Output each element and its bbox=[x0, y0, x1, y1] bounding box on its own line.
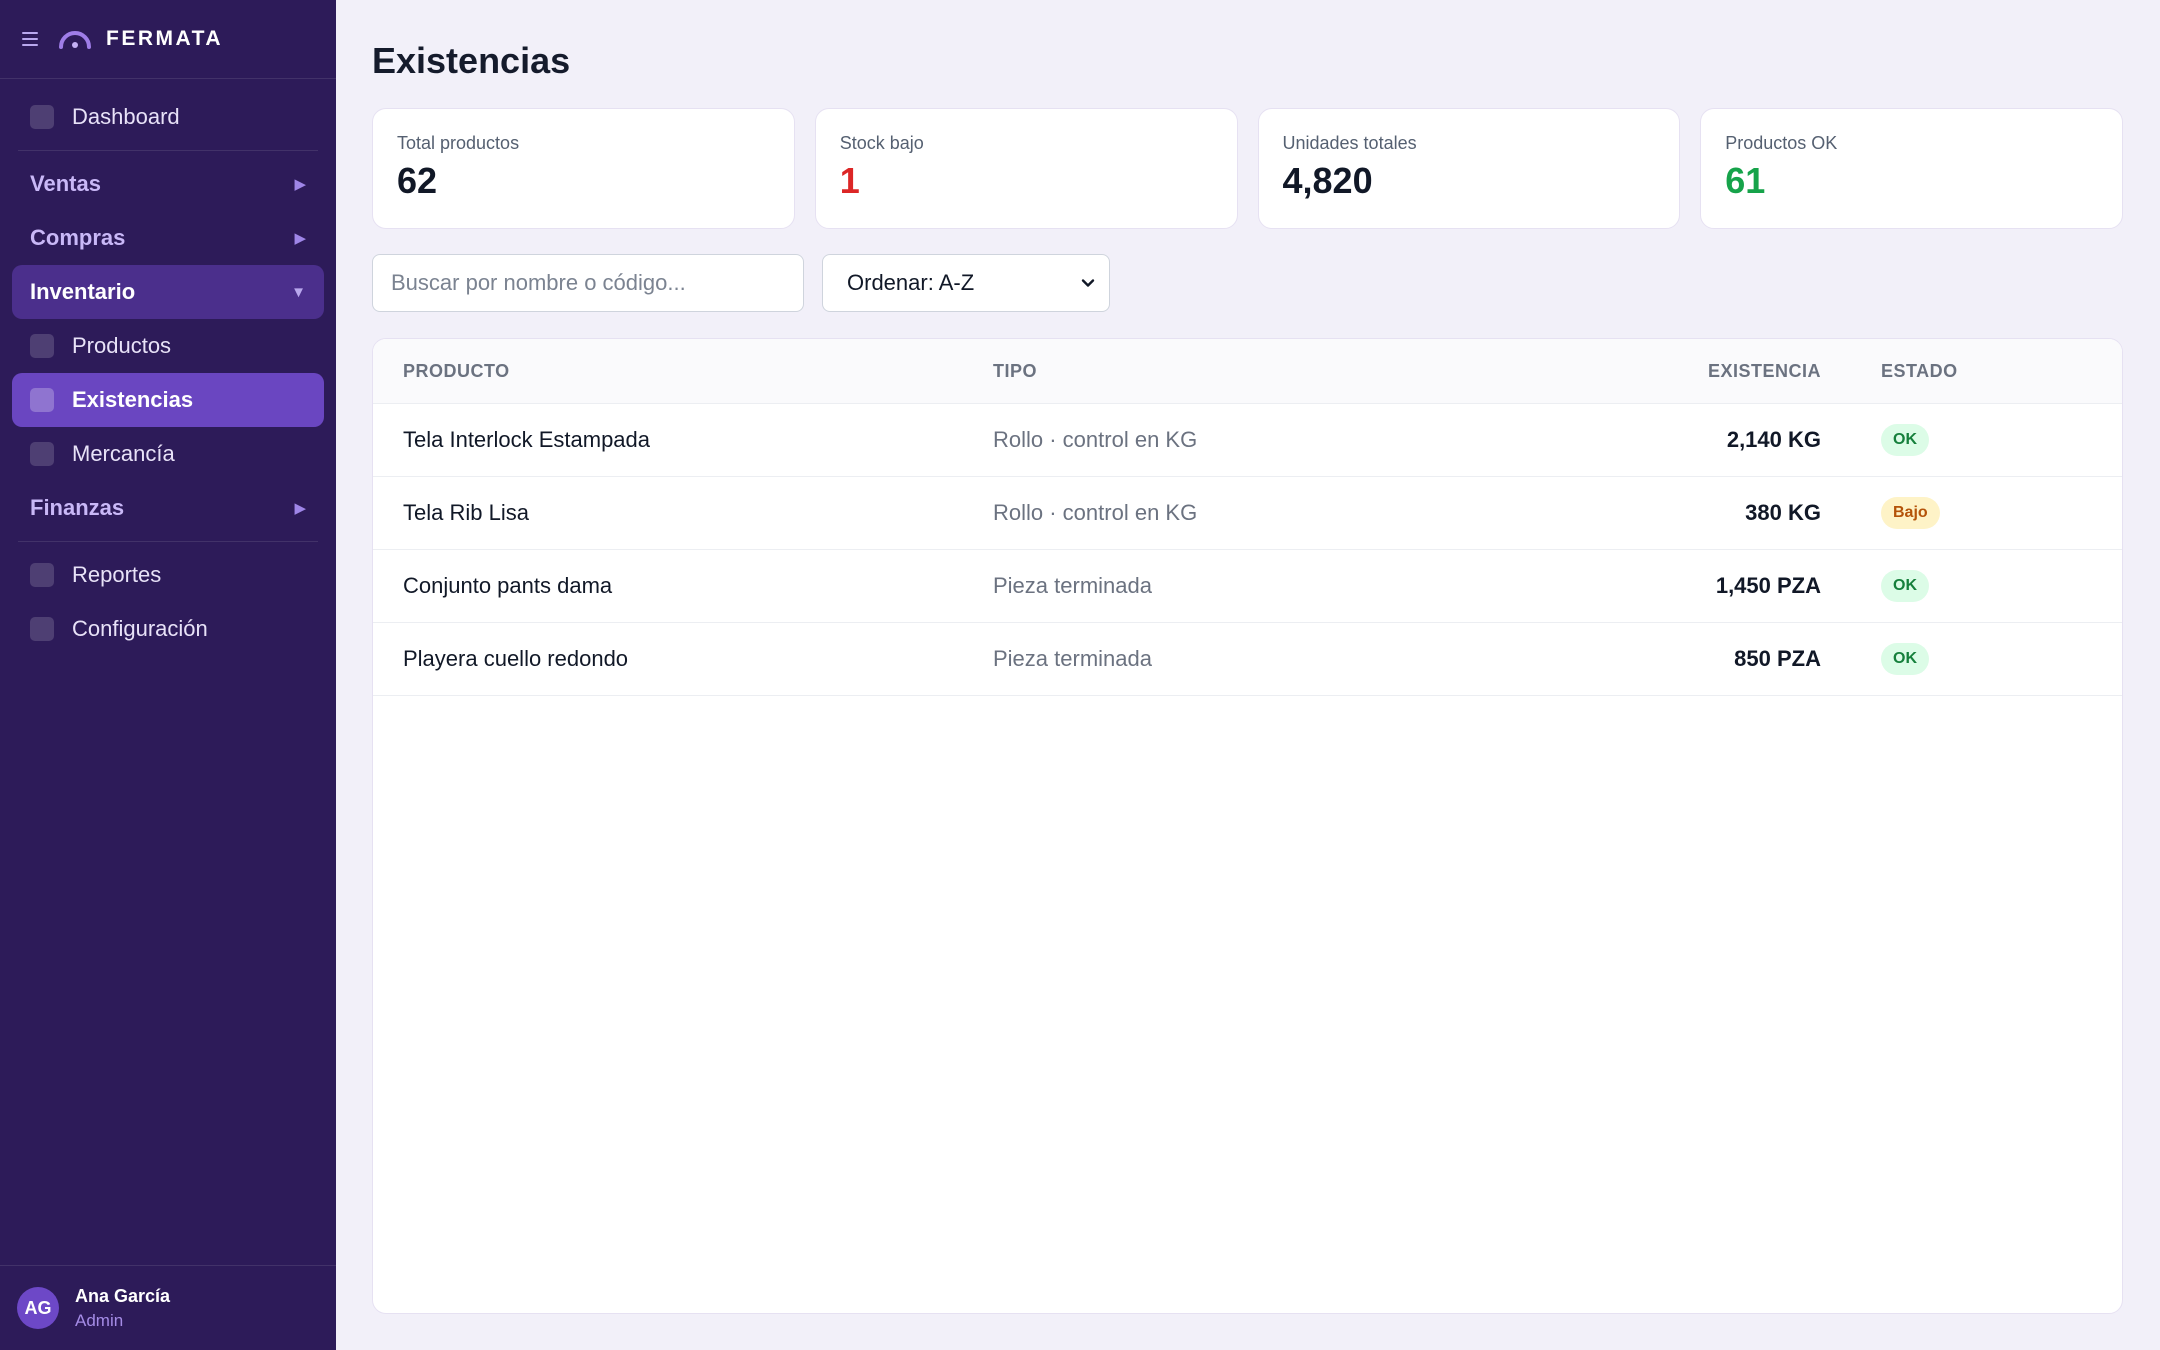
cell-estado: OK bbox=[1821, 643, 1929, 675]
cell-producto: Conjunto pants dama bbox=[403, 573, 613, 598]
cell-existencia: 850 PZA bbox=[1734, 646, 1821, 671]
sidebar-nav: Dashboard Ventas ▶ Compras ▶ Inventario … bbox=[0, 90, 336, 656]
sidebar-item-label: Existencias bbox=[72, 387, 194, 412]
sidebar-item-existencias[interactable]: Existencias bbox=[12, 373, 324, 427]
divider bbox=[18, 150, 318, 151]
configuracion-icon bbox=[30, 617, 54, 641]
main-content: Existencias Total productos 62 Stock baj… bbox=[336, 0, 2160, 1350]
sidebar-item-configuracion[interactable]: Configuración bbox=[12, 602, 324, 656]
sidebar-item-productos[interactable]: Productos bbox=[12, 319, 324, 373]
cell-producto: Playera cuello redondo bbox=[403, 646, 629, 671]
cell-estado: OK bbox=[1821, 424, 1929, 456]
chevron-down-icon bbox=[1081, 279, 1095, 287]
status-badge: Bajo bbox=[1881, 497, 1940, 529]
stats-row: Total productos 62 Stock bajo 1 Unidades… bbox=[372, 108, 2123, 229]
user-role: Admin bbox=[75, 1310, 124, 1330]
cell-estado: Bajo bbox=[1821, 497, 1940, 529]
sidebar-group-label: Ventas bbox=[30, 171, 101, 196]
cell-tipo: Pieza terminada bbox=[993, 573, 1152, 598]
sort-selected-value: Ordenar: A-Z bbox=[847, 270, 975, 295]
divider bbox=[18, 541, 318, 542]
sidebar-group-compras[interactable]: Compras ▶ bbox=[12, 211, 324, 265]
sidebar-group-label: Inventario bbox=[30, 279, 136, 304]
cell-existencia: 1,450 PZA bbox=[1715, 573, 1821, 598]
user-name: Ana García bbox=[75, 1285, 171, 1306]
caret-right-icon: ▶ bbox=[294, 230, 306, 247]
table-row[interactable]: Tela Rib Lisa Rollo · control en KG 380 KG… bbox=[373, 477, 2122, 550]
sidebar-group-finanzas[interactable]: Finanzas ▶ bbox=[12, 481, 324, 535]
caret-right-icon: ▶ bbox=[294, 176, 306, 193]
table-body: Tela Interlock Estampada Rollo · control … bbox=[373, 404, 2122, 696]
stat-card-productos-ok: Productos OK 61 bbox=[1700, 108, 2123, 229]
stock-table: PRODUCTO TIPO EXISTENCIA ESTADO Tela Int… bbox=[372, 338, 2123, 1314]
dashboard-icon bbox=[30, 105, 54, 129]
stat-value: 62 bbox=[397, 160, 438, 201]
stat-label: Unidades totales bbox=[1282, 133, 1417, 153]
caret-right-icon: ▶ bbox=[294, 500, 306, 517]
cell-tipo: Rollo · control en KG bbox=[993, 500, 1198, 525]
user-info: Ana García Admin bbox=[75, 1286, 170, 1331]
column-header-tipo[interactable]: TIPO bbox=[993, 361, 1423, 382]
sidebar: FERMATA Dashboard Ventas ▶ Compras ▶ Inv… bbox=[0, 0, 336, 1350]
existencias-icon bbox=[30, 388, 54, 412]
controls-row: Ordenar: A-Z bbox=[372, 254, 2123, 312]
sidebar-group-ventas[interactable]: Ventas ▶ bbox=[12, 157, 324, 211]
stat-value: 61 bbox=[1725, 160, 1766, 201]
avatar: AG bbox=[17, 1287, 59, 1329]
table-row[interactable]: Playera cuello redondo Pieza terminada 850… bbox=[373, 623, 2122, 696]
sidebar-item-mercancia[interactable]: Mercancía bbox=[12, 427, 324, 481]
cell-tipo: Pieza terminada bbox=[993, 646, 1152, 671]
cell-estado: OK bbox=[1821, 570, 1929, 602]
reportes-icon bbox=[30, 563, 54, 587]
table-header: PRODUCTO TIPO EXISTENCIA ESTADO bbox=[373, 339, 2122, 404]
sidebar-header: FERMATA bbox=[0, 0, 336, 79]
cell-producto: Tela Interlock Estampada bbox=[403, 427, 651, 452]
cell-producto: Tela Rib Lisa bbox=[403, 500, 529, 525]
column-header-producto[interactable]: PRODUCTO bbox=[373, 361, 993, 382]
cell-tipo: Rollo · control en KG bbox=[993, 427, 1198, 452]
caret-down-icon: ▼ bbox=[291, 283, 306, 301]
status-badge: OK bbox=[1881, 570, 1929, 602]
sidebar-group-label: Finanzas bbox=[30, 495, 125, 520]
stat-value: 1 bbox=[839, 160, 860, 201]
sidebar-item-label: Productos bbox=[72, 333, 172, 358]
column-header-existencia[interactable]: EXISTENCIA bbox=[1423, 361, 1821, 382]
brand-name: FERMATA bbox=[106, 27, 224, 50]
column-header-estado[interactable]: ESTADO bbox=[1821, 361, 1958, 382]
table-row[interactable]: Conjunto pants dama Pieza terminada 1,450 … bbox=[373, 550, 2122, 623]
stat-label: Productos OK bbox=[1725, 133, 1838, 153]
status-badge: OK bbox=[1881, 424, 1929, 456]
cell-existencia: 2,140 KG bbox=[1726, 427, 1821, 452]
stat-label: Stock bajo bbox=[839, 133, 924, 153]
sidebar-item-label: Dashboard bbox=[72, 104, 180, 129]
hamburger-menu-icon[interactable] bbox=[22, 32, 38, 46]
sidebar-group-inventario[interactable]: Inventario ▼ bbox=[12, 265, 324, 319]
stat-card-total-productos: Total productos 62 bbox=[372, 108, 795, 229]
stat-label: Total productos bbox=[397, 133, 520, 153]
search-input[interactable] bbox=[372, 254, 804, 312]
stat-value: 4,820 bbox=[1282, 160, 1373, 201]
sidebar-item-dashboard[interactable]: Dashboard bbox=[12, 90, 324, 144]
fermata-logo-icon bbox=[59, 31, 91, 49]
sidebar-group-label: Compras bbox=[30, 225, 126, 250]
sidebar-item-label: Configuración bbox=[72, 616, 208, 641]
user-profile[interactable]: AG Ana García Admin bbox=[0, 1265, 336, 1350]
productos-icon bbox=[30, 334, 54, 358]
table-row[interactable]: Tela Interlock Estampada Rollo · control … bbox=[373, 404, 2122, 477]
stat-card-unidades-totales: Unidades totales 4,820 bbox=[1257, 108, 1681, 229]
sidebar-item-label: Reportes bbox=[72, 562, 162, 587]
status-badge: OK bbox=[1881, 643, 1929, 675]
sort-select[interactable]: Ordenar: A-Z bbox=[822, 254, 1110, 312]
sidebar-item-reportes[interactable]: Reportes bbox=[12, 548, 324, 602]
mercancia-icon bbox=[30, 442, 54, 466]
cell-existencia: 380 KG bbox=[1745, 500, 1821, 525]
sidebar-item-label: Mercancía bbox=[72, 441, 175, 466]
page-title: Existencias bbox=[372, 40, 571, 81]
stat-card-stock-bajo: Stock bajo 1 bbox=[814, 108, 1238, 229]
